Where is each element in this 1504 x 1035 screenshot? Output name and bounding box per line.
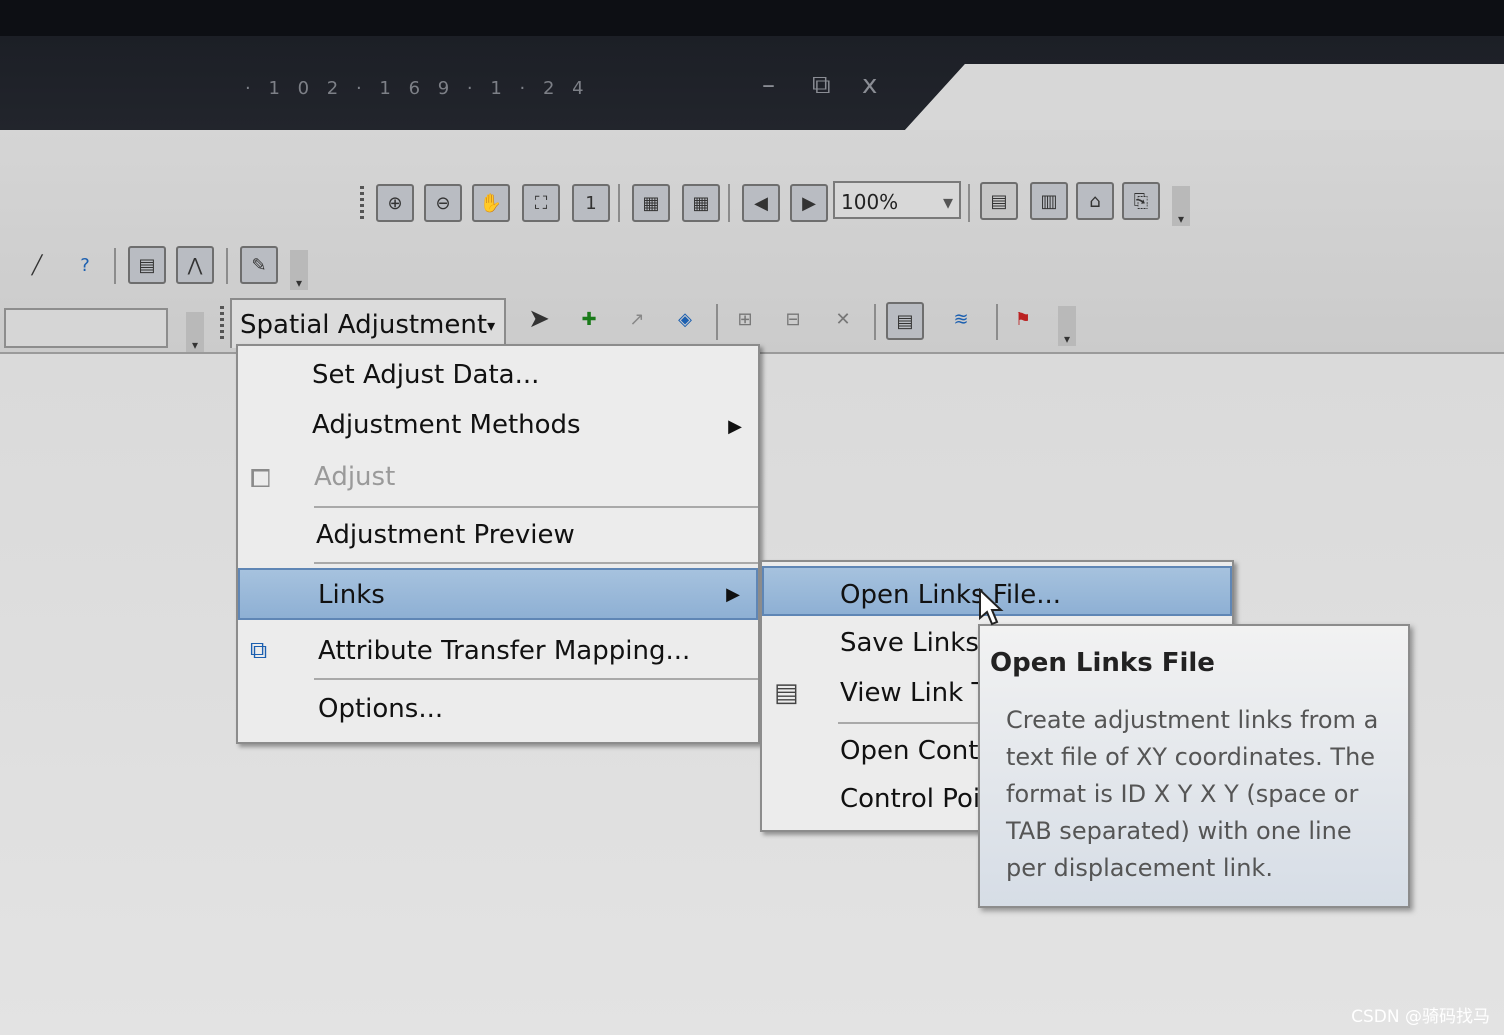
pan-icon[interactable]: ✋ — [472, 184, 510, 222]
attribute-transfer-mapping-icon: ⧉ — [250, 636, 268, 664]
toolbar-separator — [728, 184, 730, 222]
toolbar-separator — [874, 304, 876, 340]
menu-item-label: Options... — [318, 694, 444, 724]
zoom-out-icon[interactable]: ⊖ — [424, 184, 462, 222]
edge-match-icon[interactable]: ≋ — [944, 302, 978, 336]
zoom-whole-page-icon[interactable]: ⛶ — [522, 184, 560, 222]
fixed-zoom-out-icon[interactable]: ▦ — [682, 184, 720, 222]
submenu-arrow-icon: ▶ — [726, 584, 740, 605]
close-button[interactable]: x — [862, 70, 877, 100]
table-icon[interactable]: ▤ — [128, 246, 166, 284]
menu-item-options[interactable]: Options... — [238, 694, 758, 734]
zoom-level-combo[interactable]: 100% ▾ — [833, 181, 961, 219]
toolbar-options-chevron[interactable]: ▾ — [1172, 186, 1190, 226]
report-icon[interactable]: ✎ — [240, 246, 278, 284]
menu-item-adjust: ⧠ Adjust — [238, 462, 758, 502]
submenu-item-label: Control Poi — [840, 784, 981, 814]
menu-divider — [314, 506, 758, 508]
clear-limited-adjustment-area-icon[interactable]: ✕ — [826, 302, 860, 336]
toolbar-grip[interactable] — [360, 186, 364, 220]
new-displacement-link-icon[interactable]: ✚ — [572, 302, 606, 336]
spatial-adjustment-label: Spatial Adjustment — [240, 310, 488, 340]
menu-divider — [314, 562, 758, 564]
screen-top-bezel — [0, 0, 1504, 36]
zoom-100-icon[interactable]: 1 — [572, 184, 610, 222]
change-layout-icon[interactable]: ⌂ — [1076, 182, 1114, 220]
menu-item-label: Attribute Transfer Mapping... — [318, 636, 691, 666]
chevron-down-icon: ▾ — [942, 190, 953, 214]
fixed-zoom-in-icon[interactable]: ▦ — [632, 184, 670, 222]
watermark: CSDN @骑码找马 — [1351, 1007, 1490, 1027]
multi-displacement-links-icon[interactable]: ◈ — [668, 302, 702, 336]
zoom-level-value: 100% — [841, 190, 899, 214]
toolbar-separator — [618, 184, 620, 222]
spatial-adjustment-menu-button[interactable]: Spatial Adjustment▾ — [230, 298, 506, 348]
menu-item-label: Adjust — [314, 462, 396, 492]
modify-link-icon[interactable]: ↗ — [620, 302, 654, 336]
tooltip-title: Open Links File — [990, 648, 1215, 678]
submenu-item-label: Open Links File... — [840, 580, 1062, 610]
graph-icon[interactable]: ⋀ — [176, 246, 214, 284]
next-extent-icon[interactable]: ▶ — [790, 184, 828, 222]
open-links-file-tooltip: Open Links File Create adjustment links … — [978, 624, 1410, 908]
menu-item-label: Links — [318, 580, 385, 610]
menu-item-attribute-transfer-mapping[interactable]: ⧉ Attribute Transfer Mapping... — [238, 636, 758, 676]
menu-item-set-adjust-data[interactable]: Set Adjust Data... — [238, 360, 758, 400]
submenu-item-label: Open Cont — [840, 736, 979, 766]
link-table-icon: ▤ — [774, 678, 799, 708]
minimize-button[interactable]: – — [762, 70, 775, 100]
submenu-item-label: Save Links — [840, 628, 979, 658]
tooltip-body: Create adjustment links from a text file… — [1006, 706, 1379, 882]
toggle-draft-mode-icon[interactable]: ▤ — [980, 182, 1018, 220]
toolbar-options-chevron[interactable]: ▾ — [1058, 306, 1076, 346]
new-identity-link-icon[interactable]: ⊞ — [728, 302, 762, 336]
menu-item-adjustment-methods[interactable]: Adjustment Methods ▶ — [238, 410, 758, 450]
mouse-cursor-icon — [979, 588, 1004, 626]
layer-combo[interactable] — [4, 308, 168, 348]
submenu-item-label: View Link T — [840, 678, 988, 708]
edit-tool-icon[interactable]: ╱ — [20, 248, 54, 282]
previous-extent-icon[interactable]: ◀ — [742, 184, 780, 222]
menu-item-adjustment-preview[interactable]: Adjustment Preview — [238, 520, 758, 560]
toolbar-separator — [996, 304, 998, 340]
restore-button[interactable]: ⧉ — [812, 70, 831, 101]
toolbar-separator — [226, 248, 228, 284]
new-limited-adjustment-area-icon[interactable]: ⊟ — [776, 302, 810, 336]
toolbar-separator — [968, 184, 970, 222]
select-elements-icon[interactable]: ➤ — [522, 302, 556, 336]
adjust-icon: ⧠ — [250, 464, 271, 494]
menu-item-label: Adjustment Methods — [312, 410, 581, 440]
toolbar-separator — [114, 248, 116, 284]
menu-item-label: Adjustment Preview — [316, 520, 575, 550]
spatial-adjustment-menu: Set Adjust Data... Adjustment Methods ▶ … — [236, 344, 760, 744]
toolbar-options-chevron[interactable]: ▾ — [290, 250, 308, 290]
titlebar-light-area — [905, 64, 1504, 130]
toolbar-separator — [716, 304, 718, 340]
menu-divider — [314, 678, 758, 680]
submenu-arrow-icon: ▶ — [728, 416, 742, 437]
data-driven-pages-icon[interactable]: ⎘ — [1122, 182, 1160, 220]
toolbar-grip[interactable] — [220, 306, 224, 342]
help-icon[interactable]: ? — [68, 248, 102, 282]
chevron-down-icon: ▾ — [487, 316, 496, 335]
attribute-transfer-icon[interactable]: ⚑ — [1006, 302, 1040, 336]
toolbar-options-chevron[interactable]: ▾ — [186, 312, 204, 352]
menu-item-links[interactable]: Links ▶ — [238, 568, 758, 620]
focus-data-frame-icon[interactable]: ▥ — [1030, 182, 1068, 220]
zoom-in-icon[interactable]: ⊕ — [376, 184, 414, 222]
view-link-table-icon[interactable]: ▤ — [886, 302, 924, 340]
window-title: · 1 0 2 · 1 6 9 · 1 · 2 4 — [245, 78, 590, 99]
menu-item-label: Set Adjust Data... — [312, 360, 540, 390]
